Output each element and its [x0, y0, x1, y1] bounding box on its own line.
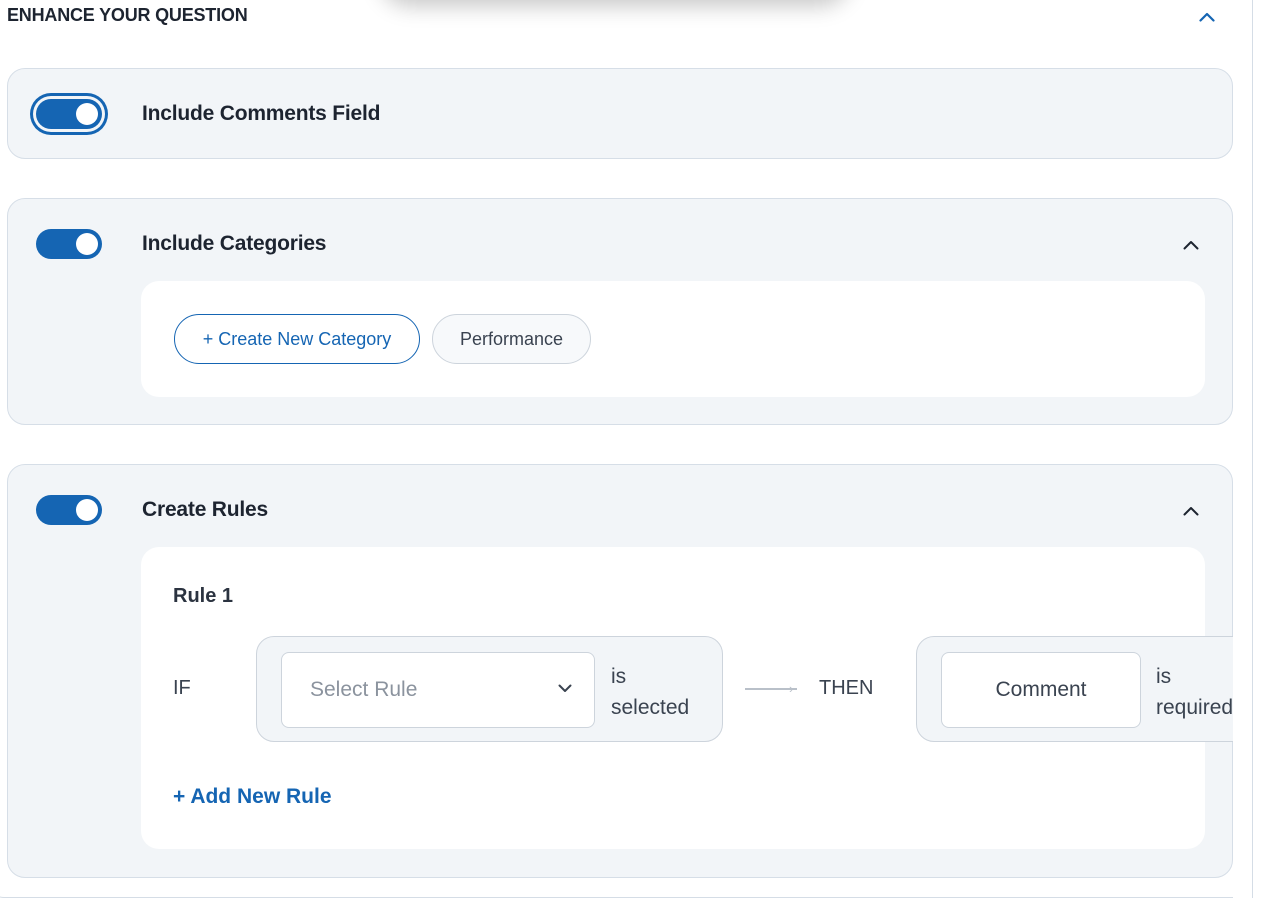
- select-rule-dropdown[interactable]: Select Rule: [281, 652, 595, 728]
- result-text: is required: [1156, 661, 1233, 723]
- collapse-rules-chevron-icon[interactable]: [1180, 500, 1202, 522]
- result-text-line1: is: [1156, 665, 1172, 688]
- condition-text-line2: selected: [611, 696, 690, 719]
- toggle-knob: [76, 103, 98, 125]
- result-text-line2: required: [1156, 696, 1234, 719]
- categories-panel-title: Include Categories: [142, 232, 327, 255]
- rules-toggle[interactable]: [36, 495, 102, 525]
- comments-panel-title: Include Comments Field: [142, 102, 381, 125]
- result-group: Comment is required: [916, 636, 1256, 742]
- condition-text: is selected: [611, 661, 689, 723]
- select-rule-placeholder: Select Rule: [310, 678, 418, 701]
- rule-title: Rule 1: [173, 585, 234, 607]
- toggle-knob: [76, 499, 98, 521]
- categories-toggle[interactable]: [36, 229, 102, 259]
- categories-list-card: + Create New Category Performance: [141, 281, 1205, 397]
- comments-field-panel: Include Comments Field: [7, 68, 1233, 159]
- result-field-comment[interactable]: Comment: [941, 652, 1141, 728]
- arrow-right-icon: ›: [789, 681, 794, 696]
- section-title: ENHANCE YOUR QUESTION: [7, 5, 248, 25]
- collapse-section-chevron-icon[interactable]: [1196, 6, 1218, 28]
- condition-group: Select Rule is selected: [256, 636, 723, 742]
- rule-card: Rule 1 IF Select Rule is selected › THEN…: [141, 547, 1256, 849]
- if-label: IF: [173, 677, 191, 699]
- chevron-down-icon: [558, 680, 572, 698]
- right-gutter: [1233, 0, 1282, 910]
- rules-panel-title: Create Rules: [142, 498, 268, 521]
- rules-panel: Create Rules Rule 1 IF Select Rule is se…: [7, 464, 1256, 878]
- categories-panel: Include Categories + Create New Category…: [7, 198, 1233, 425]
- collapse-categories-chevron-icon[interactable]: [1180, 234, 1202, 256]
- condition-text-line1: is: [611, 665, 627, 688]
- add-new-rule-button[interactable]: + Add New Rule: [173, 785, 332, 809]
- comments-toggle[interactable]: [36, 99, 102, 129]
- then-label: THEN: [819, 677, 874, 699]
- toggle-knob: [76, 233, 98, 255]
- category-chip-performance[interactable]: Performance: [432, 314, 591, 364]
- create-category-button[interactable]: + Create New Category: [174, 314, 420, 364]
- card-right-border: [1252, 0, 1253, 898]
